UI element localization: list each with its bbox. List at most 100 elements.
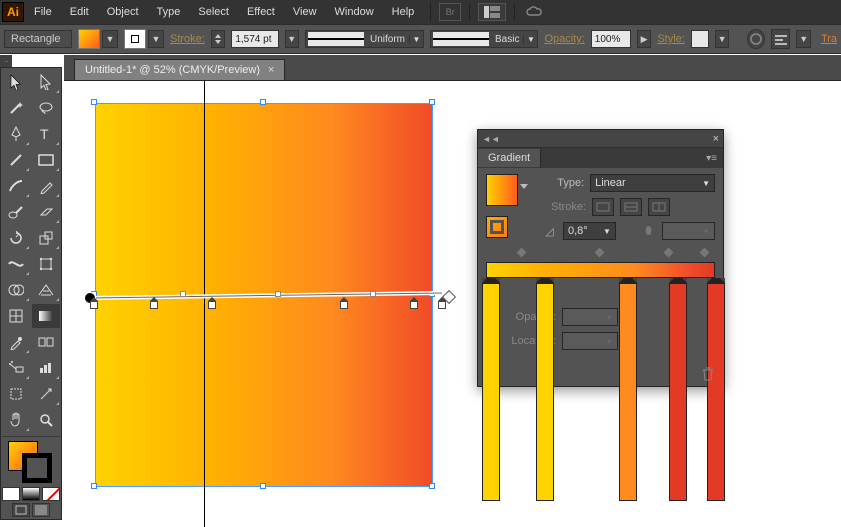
- eraser-tool[interactable]: [32, 200, 60, 224]
- hand-tool[interactable]: [2, 408, 30, 432]
- gradient-fill-preview[interactable]: [486, 174, 518, 206]
- gradient-midpoint-diamond[interactable]: [594, 248, 604, 258]
- gradient-midpoint-handle[interactable]: [275, 291, 281, 297]
- selection-type-label[interactable]: Rectangle: [4, 30, 72, 48]
- gradient-stop[interactable]: [669, 278, 679, 501]
- align-dropdown[interactable]: ▼: [796, 30, 810, 48]
- menu-effect[interactable]: Effect: [239, 2, 283, 22]
- pencil-tool[interactable]: [32, 174, 60, 198]
- menu-select[interactable]: Select: [190, 2, 237, 22]
- gradient-tool[interactable]: [32, 304, 60, 328]
- selection-handle[interactable]: [429, 483, 435, 489]
- pen-tool[interactable]: [2, 122, 30, 146]
- gradient-stop[interactable]: [707, 278, 717, 501]
- stroke-gradient-within-button[interactable]: [592, 198, 614, 216]
- selection-handle[interactable]: [429, 99, 435, 105]
- type-tool[interactable]: T: [32, 122, 60, 146]
- gradient-stop-handle[interactable]: [208, 301, 216, 311]
- stroke-weight-dropdown[interactable]: ▼: [285, 30, 299, 48]
- menu-view[interactable]: View: [285, 2, 325, 22]
- gradient-annotator[interactable]: [90, 289, 446, 307]
- variable-width-profile[interactable]: Uniform ▼: [305, 30, 424, 48]
- menu-edit[interactable]: Edit: [62, 2, 97, 22]
- normal-screen-mode-button[interactable]: [12, 503, 30, 517]
- style-label[interactable]: Style:: [657, 33, 685, 45]
- gradient-ramp[interactable]: [486, 262, 715, 278]
- align-panel-button[interactable]: [771, 29, 791, 49]
- gradient-mode-button[interactable]: [22, 487, 40, 501]
- arrange-documents-button[interactable]: [478, 3, 506, 21]
- menu-file[interactable]: File: [26, 2, 60, 22]
- menu-bar[interactable]: Ai File Edit Object Type Select Effect V…: [0, 0, 841, 24]
- fill-swatch[interactable]: [78, 29, 100, 49]
- selection-handle[interactable]: [260, 483, 266, 489]
- menu-object[interactable]: Object: [99, 2, 147, 22]
- gradient-midpoint-handle[interactable]: [180, 291, 186, 297]
- gradient-stop-handle[interactable]: [90, 301, 98, 311]
- selection-handle[interactable]: [91, 483, 97, 489]
- fill-stroke-indicator[interactable]: [2, 441, 60, 485]
- panel-close-icon[interactable]: ×: [713, 133, 719, 145]
- gradient-stop-handle[interactable]: [438, 301, 446, 311]
- stroke-weight-field[interactable]: 1,574 pt: [231, 30, 278, 48]
- gradient-stop-handle[interactable]: [410, 301, 418, 311]
- line-segment-tool[interactable]: [2, 148, 30, 172]
- stroke-label[interactable]: Stroke:: [170, 33, 205, 45]
- menu-type[interactable]: Type: [149, 2, 189, 22]
- graphic-style-swatch[interactable]: [691, 30, 709, 48]
- shape-builder-tool[interactable]: [2, 278, 30, 302]
- gradient-stop[interactable]: [536, 278, 546, 501]
- magic-wand-tool[interactable]: [2, 96, 30, 120]
- panel-collapse-icon[interactable]: ◄◄: [482, 134, 500, 144]
- panel-tab-gradient[interactable]: Gradient: [478, 149, 541, 167]
- stroke-indicator[interactable]: [22, 453, 52, 483]
- stroke-swatch[interactable]: [124, 29, 146, 49]
- slice-tool[interactable]: [32, 382, 60, 406]
- opacity-dropdown[interactable]: ▶: [637, 30, 651, 48]
- selection-tool[interactable]: [2, 70, 30, 94]
- lasso-tool[interactable]: [32, 96, 60, 120]
- selection-handle[interactable]: [91, 99, 97, 105]
- scale-tool[interactable]: [32, 226, 60, 250]
- gradient-stop[interactable]: [482, 278, 492, 501]
- transform-link[interactable]: Tra: [821, 33, 837, 45]
- opacity-label[interactable]: Opacity:: [544, 33, 584, 45]
- gradient-stop-handle[interactable]: [340, 301, 348, 311]
- gradient-midpoint-diamond[interactable]: [517, 248, 527, 258]
- gradient-stroke-preview[interactable]: [486, 216, 508, 238]
- stroke-gradient-along-button[interactable]: [620, 198, 642, 216]
- blob-brush-tool[interactable]: [2, 200, 30, 224]
- toolbar-grip[interactable]: ··: [0, 55, 12, 67]
- direct-selection-tool[interactable]: [32, 70, 60, 94]
- perspective-grid-tool[interactable]: [32, 278, 60, 302]
- graphic-style-dropdown[interactable]: ▼: [715, 30, 729, 48]
- eyedropper-tool[interactable]: [2, 330, 30, 354]
- none-mode-button[interactable]: [42, 487, 60, 501]
- column-graph-tool[interactable]: [32, 356, 60, 380]
- rotate-tool[interactable]: [2, 226, 30, 250]
- selection-handle[interactable]: [260, 99, 266, 105]
- color-mode-button[interactable]: [2, 487, 20, 501]
- symbol-sprayer-tool[interactable]: [2, 356, 30, 380]
- bridge-button[interactable]: Br: [439, 3, 461, 21]
- gradient-stop-handle[interactable]: [150, 301, 158, 311]
- artboard-tool[interactable]: [2, 382, 30, 406]
- fill-swatch-dropdown[interactable]: ▼: [102, 30, 118, 48]
- gradient-type-select[interactable]: Linear▼: [590, 174, 715, 192]
- gradient-midpoint-diamond[interactable]: [700, 248, 710, 258]
- stroke-swatch-dropdown[interactable]: ▼: [148, 30, 164, 48]
- document-tab[interactable]: Untitled-1* @ 52% (CMYK/Preview) ×: [74, 59, 285, 80]
- gradient-panel[interactable]: ◄◄ × Gradient ▾≡ Type: Linear▼ Stroke:: [477, 129, 724, 387]
- close-tab-icon[interactable]: ×: [268, 64, 274, 76]
- gradient-midpoint-diamond[interactable]: [663, 248, 673, 258]
- gradient-preset-dropdown-icon[interactable]: [520, 184, 528, 189]
- rectangle-tool[interactable]: [32, 148, 60, 172]
- delete-stop-icon[interactable]: [701, 366, 717, 385]
- gradient-angle-field[interactable]: 0,8°▼: [563, 222, 616, 240]
- panel-menu-icon[interactable]: ▾≡: [700, 153, 723, 164]
- panel-header[interactable]: ◄◄ ×: [478, 130, 723, 148]
- paintbrush-tool[interactable]: [2, 174, 30, 198]
- recolor-artwork-button[interactable]: [747, 29, 765, 49]
- width-tool[interactable]: [2, 252, 30, 276]
- brush-definition[interactable]: Basic ▼: [430, 30, 538, 48]
